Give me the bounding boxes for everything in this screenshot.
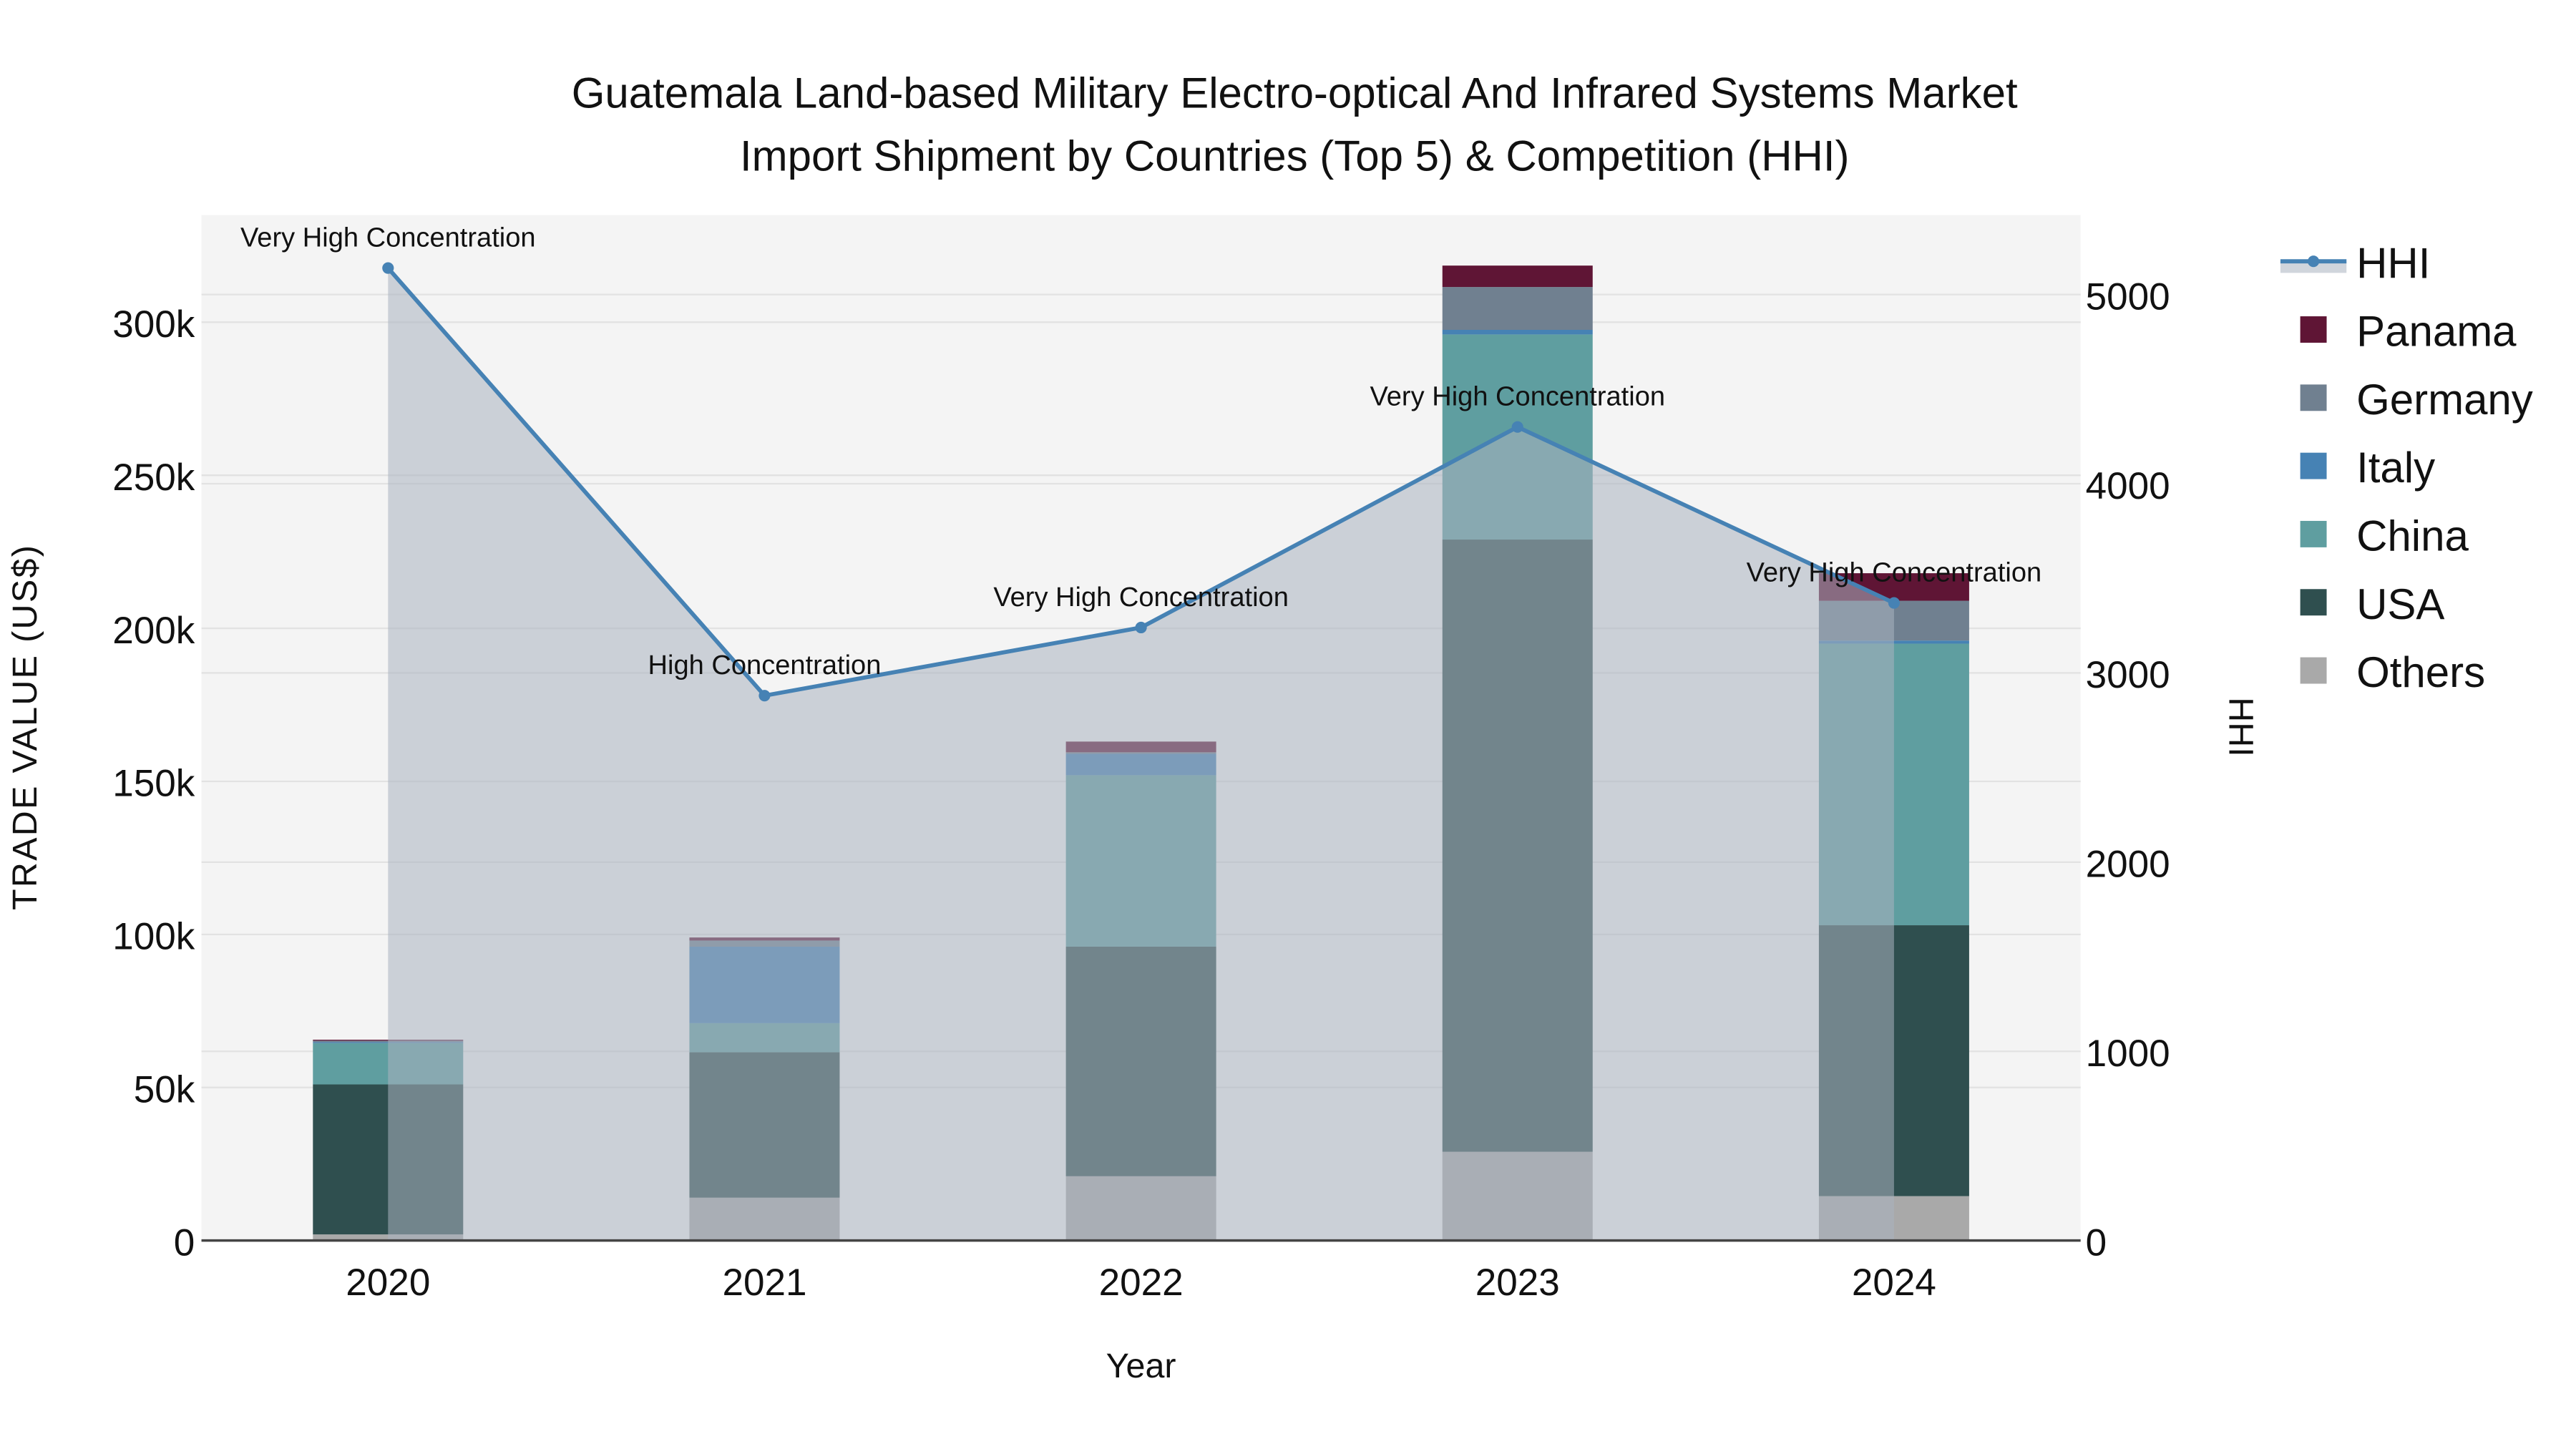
x-tick-label: 2023: [1475, 1262, 1560, 1304]
legend-label: Germany: [2356, 376, 2533, 424]
legend-item-china[interactable]: China: [2300, 512, 2469, 560]
y2-tick-label: 1000: [2086, 1033, 2170, 1075]
hhi-annotation: Very High Concentration: [1747, 558, 2042, 588]
y-axis-title: TRADE VALUE (US$): [6, 544, 44, 910]
legend-label: Italy: [2356, 444, 2435, 492]
chart-title-line1: Guatemala Land-based Military Electro-op…: [572, 69, 2018, 117]
legend-item-panama[interactable]: Panama: [2300, 308, 2517, 356]
y-tick-label: 250k: [112, 457, 195, 499]
legend-item-usa[interactable]: USA: [2300, 580, 2445, 628]
legend-item-italy[interactable]: Italy: [2300, 444, 2436, 492]
hhi-point-2021: [758, 690, 771, 702]
chart-title-line2: Import Shipment by Countries (Top 5) & C…: [740, 132, 1850, 180]
legend-item-others[interactable]: Others: [2300, 648, 2486, 696]
hhi-point-2020: [382, 262, 394, 274]
y-tick-label: 100k: [112, 916, 195, 958]
hhi-annotation: Very High Concentration: [1370, 382, 1665, 412]
hhi-point-2022: [1135, 621, 1147, 634]
legend-swatch: [2300, 657, 2327, 684]
legend-label: Panama: [2356, 308, 2517, 356]
x-tick-label: 2024: [1852, 1262, 1936, 1304]
legend-swatch: [2300, 520, 2327, 547]
x-tick-label: 2020: [346, 1262, 430, 1304]
legend-label: China: [2356, 512, 2469, 560]
legend-item-germany[interactable]: Germany: [2300, 376, 2533, 424]
y-tick-label: 200k: [112, 610, 195, 652]
x-tick-label: 2021: [722, 1262, 806, 1304]
hhi-point-2024: [1888, 597, 1900, 609]
y2-tick-label: 5000: [2086, 275, 2170, 318]
y2-tick-label: 2000: [2086, 844, 2170, 886]
y2-axis-title: HHI: [2221, 697, 2260, 756]
legend-swatch: [2300, 589, 2327, 616]
hhi-annotation: Very High Concentration: [993, 582, 1289, 613]
y2-tick-label: 4000: [2086, 465, 2170, 507]
y-tick-label: 300k: [112, 303, 195, 346]
bar-germany-2023: [1442, 287, 1593, 330]
hhi-annotation: Very High Concentration: [240, 223, 536, 253]
bar-panama-2023: [1442, 265, 1593, 288]
legend-swatch: [2300, 384, 2327, 411]
bar-italy-2023: [1442, 329, 1593, 335]
y2-tick-label: 3000: [2086, 654, 2170, 696]
y-tick-label: 150k: [112, 763, 195, 805]
legend-swatch: [2300, 316, 2327, 343]
hhi-annotation: High Concentration: [648, 650, 882, 680]
chart: Guatemala Land-based Military Electro-op…: [6, 69, 2533, 1386]
y-tick-label: 50k: [134, 1069, 195, 1111]
x-axis-title: Year: [1106, 1347, 1176, 1385]
legend-item-hhi[interactable]: HHI: [2280, 239, 2430, 287]
legend-swatch: [2300, 452, 2327, 479]
legend-marker: [2308, 255, 2320, 268]
x-tick-label: 2022: [1099, 1262, 1184, 1304]
legend-label: Others: [2356, 648, 2485, 696]
y2-tick-label: 0: [2086, 1221, 2107, 1264]
legend-label: USA: [2356, 580, 2444, 628]
legend-label: HHI: [2356, 239, 2430, 287]
hhi-point-2023: [1511, 421, 1523, 433]
y-tick-label: 0: [174, 1221, 195, 1264]
